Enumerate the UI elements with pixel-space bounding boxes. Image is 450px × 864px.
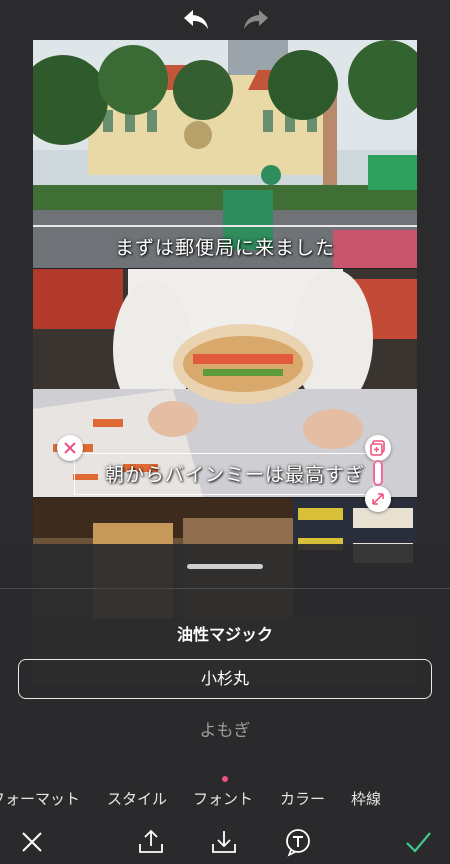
redo-icon[interactable] xyxy=(241,6,271,34)
caption-first[interactable]: まずは郵便局に来ました xyxy=(33,233,417,260)
tab-border[interactable]: 枠線 xyxy=(351,788,381,809)
font-option-selected[interactable]: 小杉丸 xyxy=(18,659,432,699)
undo-icon[interactable] xyxy=(181,6,211,34)
text-circle-icon[interactable] xyxy=(283,827,313,857)
tab-font[interactable]: フォント xyxy=(193,788,253,809)
tab-style[interactable]: スタイル xyxy=(107,788,167,809)
caption-second[interactable]: 朝からバインミーは最高すぎ xyxy=(43,460,417,487)
tab-color[interactable]: カラー xyxy=(280,788,325,809)
sheet-grabber[interactable] xyxy=(187,564,263,569)
top-toolbar xyxy=(0,0,450,40)
font-bottom-sheet: 油性マジック 小杉丸 よもぎ フォーマット スタイル フォント カラー 枠線 xyxy=(0,544,450,864)
check-icon[interactable] xyxy=(403,827,433,857)
delete-caption-handle[interactable] xyxy=(57,435,83,461)
resize-caption-handle[interactable] xyxy=(365,486,391,512)
sheet-divider xyxy=(0,588,450,589)
caption-width-handle[interactable] xyxy=(373,460,383,486)
font-option[interactable]: 油性マジック xyxy=(0,621,450,645)
move-down-icon[interactable] xyxy=(209,827,239,857)
tab-format[interactable]: フォーマット xyxy=(0,788,80,809)
move-up-icon[interactable] xyxy=(136,827,166,857)
duplicate-caption-handle[interactable] xyxy=(365,435,391,461)
active-tab-indicator xyxy=(222,776,228,782)
close-icon[interactable] xyxy=(17,827,47,857)
font-option[interactable]: よもぎ xyxy=(0,716,450,741)
